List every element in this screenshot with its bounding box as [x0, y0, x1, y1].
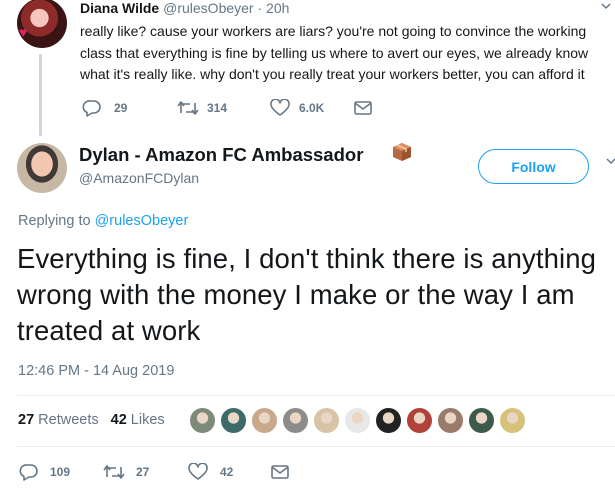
liker-avatar[interactable] [251, 407, 278, 434]
tweet-time[interactable]: 20h [266, 0, 289, 16]
package-box-icon [393, 143, 411, 161]
replying-handle-link[interactable]: @rulesObeyer [95, 213, 189, 229]
reply-icon [19, 464, 38, 481]
mail-icon [271, 465, 289, 479]
retweet-count: 27 [136, 465, 150, 479]
like-button[interactable]: 6.0K [270, 99, 354, 117]
retweet-button[interactable]: 27 [103, 464, 188, 480]
replying-prefix: Replying to [18, 213, 91, 229]
tweet-text: Everything is fine, I don't think there … [17, 243, 597, 346]
author-handle[interactable]: @AmazonFCDylan [79, 170, 199, 186]
liker-avatar[interactable] [437, 407, 464, 434]
liker-avatar[interactable] [220, 407, 247, 434]
liker-avatar[interactable] [189, 407, 216, 434]
retweets-stat[interactable]: 27 Retweets [18, 412, 99, 428]
likes-count: 42 [110, 412, 127, 428]
chevron-down-icon[interactable] [601, 2, 611, 10]
likes-stat[interactable]: 42 Likes [111, 412, 165, 428]
author-handle[interactable]: @rulesObeyer [163, 0, 253, 16]
retweet-button[interactable]: 314 [177, 100, 270, 116]
likes-label: Likes [130, 412, 165, 428]
direct-message-button[interactable] [354, 101, 372, 115]
like-count: 6.0K [299, 101, 325, 115]
reply-icon [82, 100, 101, 117]
divider [17, 395, 615, 396]
tweet-text-line: what it's really like. why don't you rea… [80, 66, 585, 82]
parent-tweet[interactable]: ♥ Diana Wilde @rulesObeyer · 20h really … [0, 0, 615, 140]
tweet-text-line: class that everything is fine by telling… [80, 44, 589, 61]
tweet-actions: 109 27 42 [19, 463, 289, 481]
retweet-icon [177, 101, 199, 115]
author-name[interactable]: Diana Wilde [80, 0, 159, 16]
chevron-down-icon[interactable] [606, 157, 615, 165]
tweet-actions: 29 314 6.0K [82, 99, 372, 117]
tweet-timestamp[interactable]: 12:46 PM - 14 Aug 2019 [18, 363, 174, 379]
divider [17, 446, 615, 447]
retweets-count: 27 [18, 412, 35, 428]
replying-to: Replying to @rulesObeyer [18, 213, 188, 229]
tweet-stats: 27 Retweets 42 Likes [18, 412, 165, 428]
thread-connector [39, 54, 42, 136]
direct-message-button[interactable] [271, 465, 289, 479]
retweet-icon [103, 465, 125, 479]
avatar[interactable] [17, 143, 67, 193]
liker-avatar[interactable] [282, 407, 309, 434]
tweet-header: Diana Wilde @rulesObeyer · 20h [80, 0, 289, 16]
liker-avatar[interactable] [375, 407, 402, 434]
liker-avatar[interactable] [468, 407, 495, 434]
liker-avatar[interactable] [313, 407, 340, 434]
liker-avatar[interactable] [344, 407, 371, 434]
retweets-label: Retweets [38, 412, 99, 428]
retweet-count: 314 [207, 101, 228, 115]
separator-dot: · [257, 0, 263, 16]
liker-avatar[interactable] [499, 407, 526, 434]
avatar[interactable]: ♥ [17, 0, 67, 48]
reply-button[interactable]: 29 [82, 99, 177, 117]
liker-avatar[interactable] [406, 407, 433, 434]
reply-count: 29 [114, 101, 128, 115]
tweet-text-line: really like? cause your workers are liar… [80, 23, 587, 39]
heart-icon [188, 463, 208, 480]
heart-decoration-icon: ♥ [19, 24, 28, 40]
heart-icon [270, 99, 290, 116]
reply-button[interactable]: 109 [19, 463, 103, 481]
mail-icon [354, 101, 372, 115]
like-button[interactable]: 42 [188, 463, 271, 481]
liker-avatars [189, 407, 530, 434]
follow-button[interactable]: Follow [478, 149, 589, 184]
tweet-text: really like? cause your workers are liar… [80, 21, 615, 86]
like-count: 42 [220, 465, 234, 479]
reply-count: 109 [50, 465, 71, 479]
author-name[interactable]: Dylan - Amazon FC Ambassador [79, 144, 363, 166]
